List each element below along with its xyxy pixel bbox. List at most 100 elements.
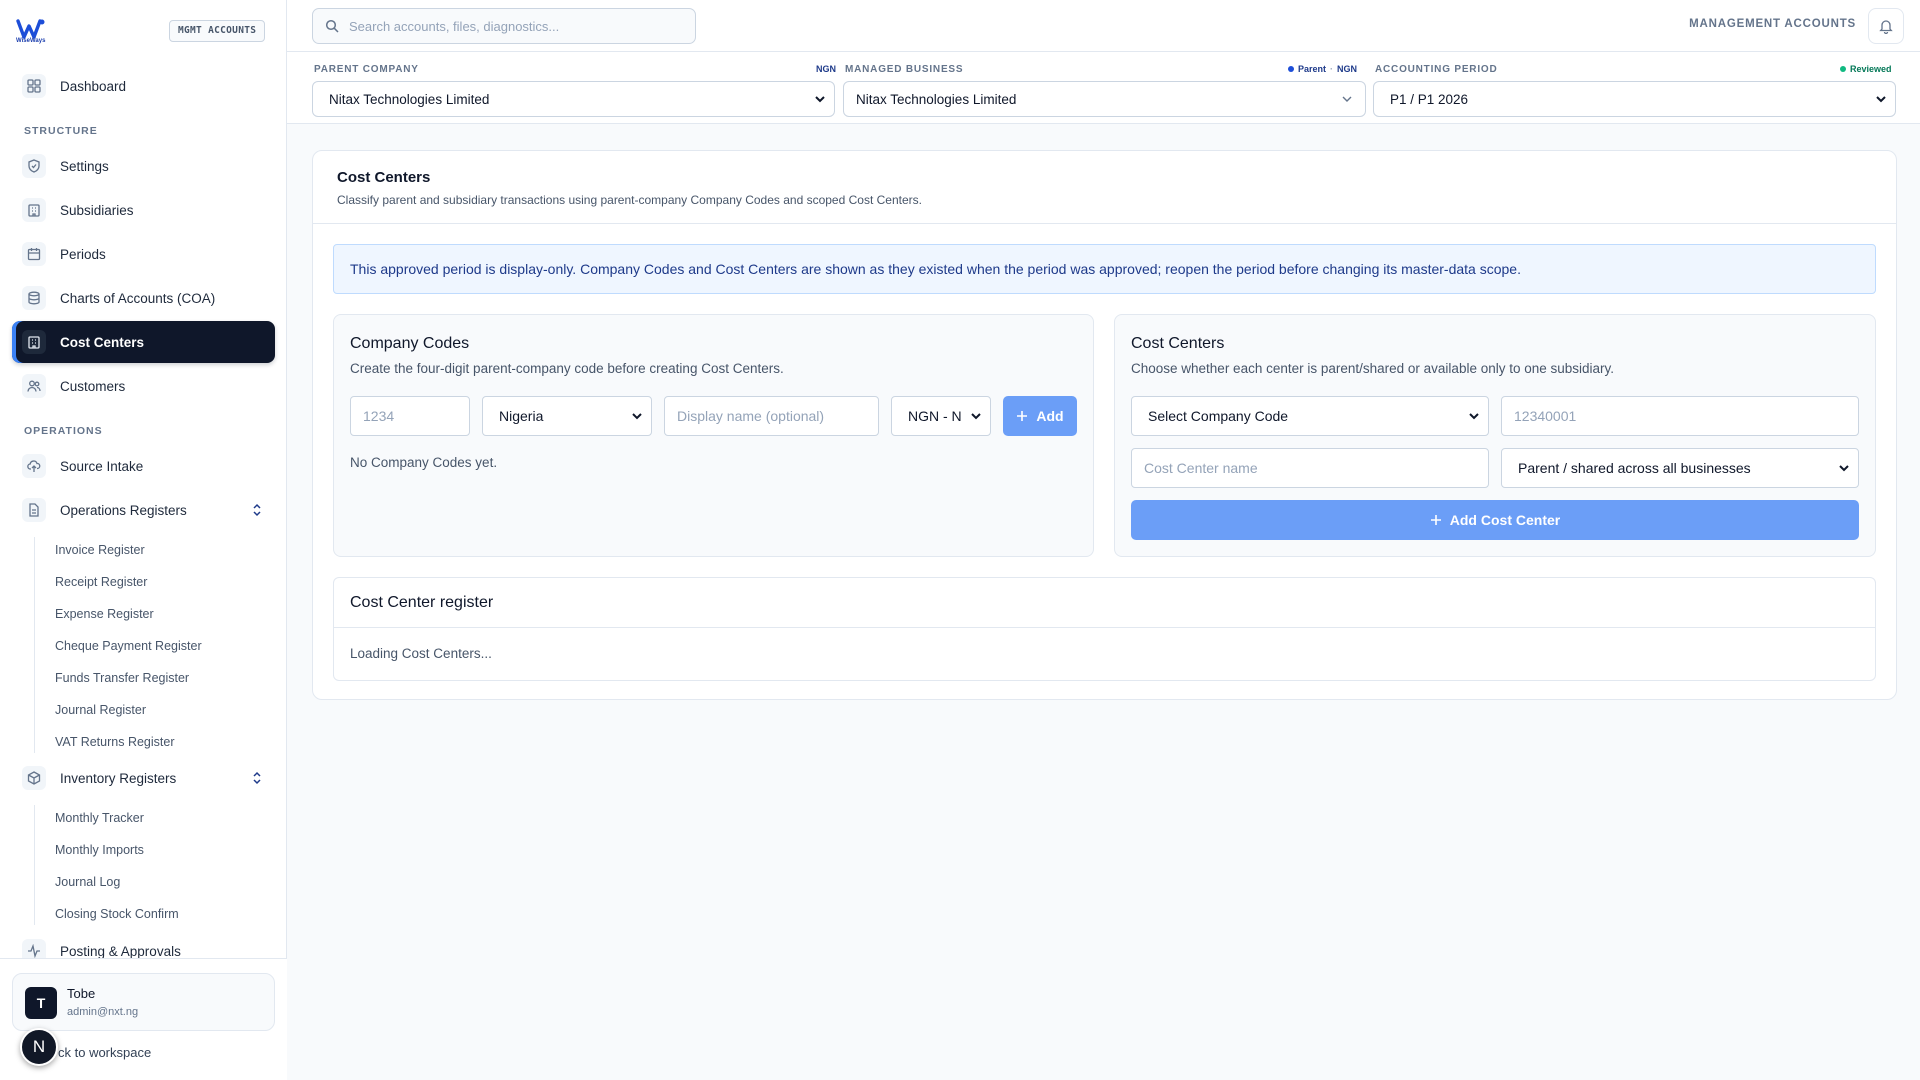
managed-business-label: MANAGED BUSINESS — [845, 64, 964, 75]
period-status-text: Reviewed — [1850, 64, 1892, 74]
cost-centers-panel-title: Cost Centers — [1131, 335, 1225, 352]
company-code-input[interactable]: 1234 — [350, 396, 470, 436]
sidebar-item-label: Operations Registers — [60, 502, 187, 518]
parent-company-select[interactable]: Nitax Technologies Limited — [312, 81, 835, 117]
cost-center-register: Cost Center register Loading Cost Center… — [333, 577, 1876, 681]
logo-text: WiseWays — [16, 38, 46, 44]
sub-item-expense-register[interactable]: Expense Register — [55, 607, 154, 621]
sidebar-item-label: Posting & Approvals — [60, 943, 181, 959]
accounting-period-label: ACCOUNTING PERIOD — [1375, 64, 1498, 75]
register-header: Cost Center register — [334, 578, 1875, 628]
currency-select[interactable]: NGN - N — [891, 396, 991, 436]
sidebar-item-coa[interactable]: Charts of Accounts (COA) — [12, 277, 275, 319]
managed-business-select[interactable]: Nitax Technologies Limited — [843, 81, 1366, 117]
mgmt-accounts-badge: MGMT ACCOUNTS — [169, 20, 266, 42]
search-icon — [325, 19, 339, 33]
sidebar-item-periods[interactable]: Periods — [12, 233, 275, 275]
parent-company-label: PARENT COMPANY — [314, 64, 419, 75]
add-cost-center-label: Add Cost Center — [1449, 512, 1561, 528]
topbar: MANAGEMENT ACCOUNTS — [287, 0, 1920, 52]
parent-company-value: Nitax Technologies Limited — [329, 91, 490, 107]
chevron-updown-icon[interactable] — [251, 503, 263, 517]
search-box[interactable] — [312, 8, 696, 44]
building-icon — [22, 198, 46, 222]
user-card[interactable]: T Tobe admin@nxt.ng — [12, 973, 275, 1031]
parent-company-currency-tag: NGN — [816, 64, 836, 74]
sidebar-item-label: Dashboard — [60, 78, 127, 94]
user-name: Tobe — [67, 986, 96, 1001]
country-select[interactable]: Nigeria — [482, 396, 652, 436]
company-code-select-value: Select Company Code — [1148, 408, 1289, 424]
display-name-input[interactable]: Display name (optional) — [664, 396, 879, 436]
cost-center-code-input[interactable]: 12340001 — [1501, 396, 1859, 436]
sidebar-item-dashboard[interactable]: Dashboard — [12, 65, 275, 107]
sub-item-invoice-register[interactable]: Invoice Register — [55, 543, 145, 557]
register-loading-text: Loading Cost Centers... — [350, 646, 492, 661]
add-company-code-button[interactable]: Add — [1003, 396, 1077, 436]
sidebar-item-subsidiaries[interactable]: Subsidiaries — [12, 189, 275, 231]
cost-center-name-input[interactable]: Cost Center name — [1131, 448, 1489, 488]
card-header: Cost Centers Classify parent and subsidi… — [313, 151, 1896, 224]
sidebar-item-customers[interactable]: Customers — [12, 365, 275, 407]
sidebar-item-label: Charts of Accounts (COA) — [60, 290, 216, 306]
inventory-registers-list: Monthly Tracker Monthly Imports Journal … — [34, 805, 179, 925]
building-icon — [22, 330, 46, 354]
sidebar-item-label: Inventory Registers — [60, 770, 177, 786]
country-value: Nigeria — [499, 408, 544, 424]
accounting-period-select[interactable]: P1 / P1 2026 — [1373, 81, 1896, 117]
scope-select[interactable]: Parent / shared across all businesses — [1501, 448, 1859, 488]
sub-item-vat-returns-register[interactable]: VAT Returns Register — [55, 735, 175, 749]
sidebar-item-label: Cost Centers — [60, 334, 145, 350]
sub-item-cheque-payment-register[interactable]: Cheque Payment Register — [55, 639, 202, 653]
sidebar-item-operations-registers[interactable]: Operations Registers — [12, 489, 275, 531]
currency-value: NGN - N — [908, 408, 962, 424]
reviewed-dot-icon — [1840, 66, 1846, 72]
notifications-button[interactable] — [1868, 8, 1904, 44]
box-icon — [22, 766, 46, 790]
cost-centers-panel: Cost Centers Choose whether each center … — [1114, 314, 1876, 557]
plus-icon — [1016, 410, 1028, 422]
company-code-select[interactable]: Select Company Code — [1131, 396, 1489, 436]
chevron-down-icon — [1468, 411, 1480, 421]
company-codes-panel: Company Codes Create the four-digit pare… — [333, 314, 1094, 557]
operations-section-label: OPERATIONS — [24, 425, 103, 437]
sidebar-item-label: Customers — [60, 378, 126, 394]
assistant-bubble[interactable]: N — [20, 1028, 58, 1066]
sub-item-funds-transfer-register[interactable]: Funds Transfer Register — [55, 671, 189, 685]
sub-item-journal-log[interactable]: Journal Log — [55, 875, 120, 889]
managed-currency-tag: NGN — [1337, 64, 1358, 74]
parent-dot-icon — [1288, 66, 1294, 72]
search-input[interactable] — [349, 18, 679, 34]
page-title: Cost Centers — [337, 169, 431, 186]
company-codes-title: Company Codes — [350, 335, 470, 352]
sidebar-item-inventory-registers[interactable]: Inventory Registers — [12, 757, 275, 799]
chevron-down-icon — [1341, 94, 1353, 104]
managed-business-tags: Parent · NGN — [1288, 64, 1357, 74]
back-to-workspace-link[interactable]: ck to workspace — [58, 1045, 151, 1060]
sub-item-receipt-register[interactable]: Receipt Register — [55, 575, 147, 589]
chevron-down-icon — [1875, 94, 1887, 104]
sidebar-item-settings[interactable]: Settings — [12, 145, 275, 187]
chevron-updown-icon[interactable] — [251, 771, 263, 785]
tag-separator: · — [1330, 64, 1334, 74]
sidebar-item-source-intake[interactable]: Source Intake — [12, 445, 275, 487]
sub-item-closing-stock-confirm[interactable]: Closing Stock Confirm — [55, 907, 179, 921]
users-icon — [22, 374, 46, 398]
chevron-down-icon — [1838, 463, 1850, 473]
sidebar: WiseWays MGMT ACCOUNTS Dashboard STRUCTU… — [0, 0, 287, 1080]
sidebar-item-cost-centers[interactable]: Cost Centers — [12, 321, 275, 363]
cost-centers-panel-subtitle: Choose whether each center is parent/sha… — [1131, 361, 1615, 376]
page-subtitle: Classify parent and subsidiary transacti… — [337, 193, 922, 207]
sub-item-monthly-imports[interactable]: Monthly Imports — [55, 843, 144, 857]
cost-centers-card: Cost Centers Classify parent and subsidi… — [312, 150, 1897, 700]
operations-registers-list: Invoice Register Receipt Register Expens… — [34, 537, 202, 753]
management-accounts-label: MANAGEMENT ACCOUNTS — [1689, 18, 1856, 30]
add-cost-center-button[interactable]: Add Cost Center — [1131, 500, 1859, 540]
parent-tag: Parent — [1298, 64, 1327, 74]
register-title: Cost Center register — [350, 594, 494, 611]
chevron-down-icon — [631, 411, 643, 421]
managed-business-value: Nitax Technologies Limited — [856, 91, 1017, 107]
calendar-icon — [22, 242, 46, 266]
sub-item-journal-register[interactable]: Journal Register — [55, 703, 146, 717]
sub-item-monthly-tracker[interactable]: Monthly Tracker — [55, 811, 144, 825]
